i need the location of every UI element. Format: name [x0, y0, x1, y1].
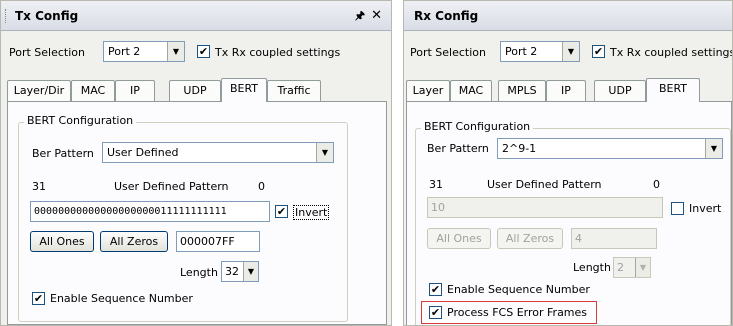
port-selection-label: Port Selection: [410, 46, 486, 59]
tx-rx-coupled-checkbox[interactable]: ✔: [592, 45, 605, 58]
ber-pattern-label: Ber Pattern: [427, 142, 489, 155]
invert-label: Invert: [293, 205, 330, 220]
tx-group-title: BERT Configuration: [24, 114, 137, 127]
tx-tab-strip: Layer/Dir MAC IP UDP BERT Traffic: [7, 78, 387, 102]
port-selection-dropdown[interactable]: Port 2 ▼: [103, 41, 185, 62]
all-zeros-button[interactable]: All Zeros: [497, 228, 563, 249]
port-selection-label: Port Selection: [9, 46, 85, 59]
rx-config-panel: Rx Config Port Selection Port 2 ▼ ✔ Tx R…: [403, 0, 733, 326]
enable-sequence-number-checkbox[interactable]: ✔: [429, 283, 442, 296]
bit-high-label: 31: [32, 180, 46, 193]
ber-pattern-value: User Defined: [107, 146, 179, 159]
invert-checkbox[interactable]: [671, 202, 684, 215]
tab-udp[interactable]: UDP: [169, 80, 221, 101]
tab-ip[interactable]: IP: [115, 80, 155, 101]
ber-pattern-value: 2^9-1: [502, 142, 537, 155]
grip-icon[interactable]: [5, 9, 7, 23]
tab-mpls[interactable]: MPLS: [498, 80, 546, 101]
bit-low-label: 0: [258, 180, 265, 193]
length-value: 2: [617, 261, 624, 274]
tab-layer-dir[interactable]: Layer/Dir: [7, 80, 71, 101]
chevron-down-icon[interactable]: ▼: [705, 139, 722, 158]
length-dropdown[interactable]: 32 ▼: [221, 261, 259, 282]
length-label: Length: [180, 266, 218, 279]
tx-rx-coupled-label: Tx Rx coupled settings: [215, 46, 341, 59]
tab-bert[interactable]: BERT: [221, 78, 267, 102]
rx-tab-strip: Layer MAC MPLS IP UDP BERT: [406, 78, 732, 102]
tab-udp[interactable]: UDP: [594, 80, 646, 101]
tx-rx-coupled-checkbox[interactable]: ✔: [197, 45, 210, 58]
all-ones-button[interactable]: All Ones: [30, 231, 94, 252]
bit-high-label: 31: [429, 178, 443, 191]
tx-config-title: Tx Config: [15, 9, 79, 23]
chevron-down-icon[interactable]: ▼: [243, 262, 258, 281]
hex-pattern-input[interactable]: 4: [571, 228, 657, 249]
length-dropdown[interactable]: 2 ▼: [613, 257, 651, 278]
tx-config-titlebar: Tx Config 🖈 ✕: [1, 1, 391, 31]
length-value: 32: [225, 265, 239, 278]
tab-ip[interactable]: IP: [546, 80, 586, 101]
tx-config-panel: Tx Config 🖈 ✕ Port Selection Port 2 ▼ ✔ …: [0, 0, 392, 326]
chevron-down-icon[interactable]: ▼: [635, 258, 650, 277]
tx-bert-tab-body: BERT Configuration Ber Pattern User Defi…: [7, 101, 387, 325]
bit-low-label: 0: [653, 178, 660, 191]
tab-layer[interactable]: Layer: [406, 80, 450, 101]
ber-pattern-dropdown[interactable]: User Defined ▼: [102, 142, 334, 163]
chevron-down-icon[interactable]: ▼: [562, 42, 579, 61]
close-icon[interactable]: ✕: [371, 1, 382, 31]
length-label: Length: [573, 261, 611, 274]
user-defined-pattern-input[interactable]: 00000000000000000000011111111111: [30, 201, 270, 222]
hex-pattern-input[interactable]: 000007FF: [176, 231, 260, 252]
rx-group-title: BERT Configuration: [421, 120, 534, 133]
tab-bert[interactable]: BERT: [646, 78, 700, 102]
chevron-down-icon[interactable]: ▼: [316, 143, 333, 162]
invert-checkbox[interactable]: ✔: [275, 205, 288, 218]
chevron-down-icon[interactable]: ▼: [167, 42, 184, 61]
tx-rx-coupled-label: Tx Rx coupled settings: [610, 46, 733, 59]
invert-label: Invert: [689, 202, 722, 215]
all-zeros-button[interactable]: All Zeros: [100, 231, 168, 252]
ber-pattern-label: Ber Pattern: [32, 147, 94, 160]
tab-mac[interactable]: MAC: [450, 80, 492, 101]
tab-traffic[interactable]: Traffic: [267, 80, 321, 101]
process-fcs-error-frames-label: Process FCS Error Frames: [447, 306, 588, 319]
ber-pattern-dropdown[interactable]: 2^9-1 ▼: [497, 138, 723, 159]
rx-config-title: Rx Config: [414, 9, 479, 23]
process-fcs-error-frames-checkbox[interactable]: ✔: [429, 306, 442, 319]
all-ones-button[interactable]: All Ones: [427, 228, 491, 249]
port-selection-value: Port 2: [505, 45, 538, 58]
pin-icon[interactable]: 🖈: [355, 1, 365, 31]
enable-sequence-number-label: Enable Sequence Number: [447, 283, 590, 296]
rx-bert-tab-body: BERT Configuration Ber Pattern 2^9-1 ▼ 3…: [406, 101, 732, 325]
port-selection-value: Port 2: [108, 45, 141, 58]
enable-sequence-number-checkbox[interactable]: ✔: [32, 292, 45, 305]
rx-config-titlebar: Rx Config: [404, 1, 732, 31]
enable-sequence-number-label: Enable Sequence Number: [50, 292, 193, 305]
user-defined-pattern-label: User Defined Pattern: [487, 178, 602, 191]
user-defined-pattern-label: User Defined Pattern: [114, 180, 229, 193]
user-defined-pattern-input[interactable]: 10: [427, 197, 663, 218]
tab-mac[interactable]: MAC: [71, 80, 115, 101]
port-selection-dropdown[interactable]: Port 2 ▼: [500, 41, 580, 62]
